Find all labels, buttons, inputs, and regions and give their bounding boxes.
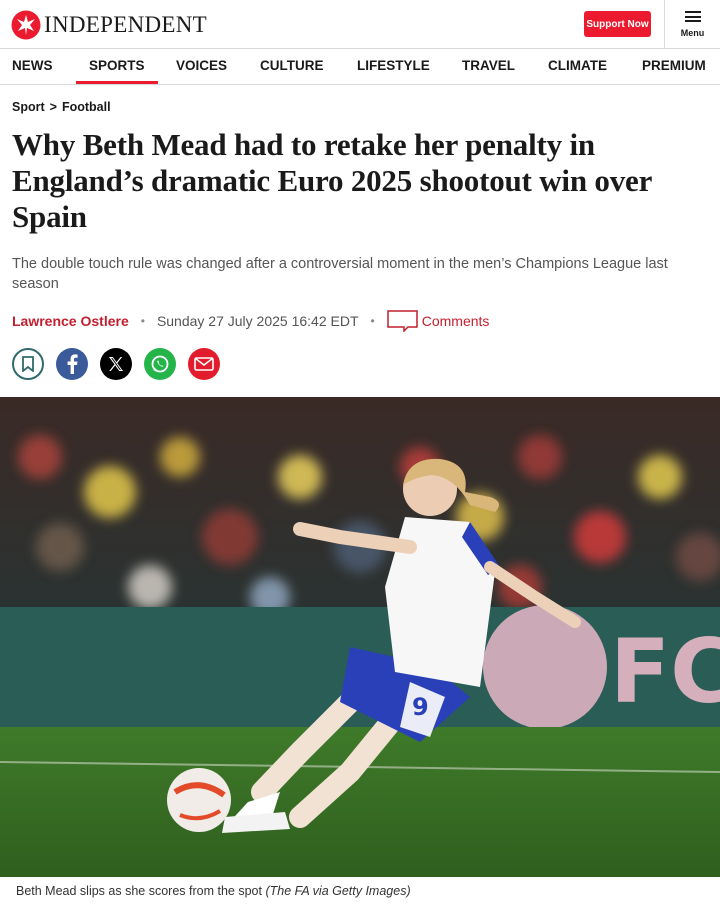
nav-item-climate[interactable]: CLIMATE	[548, 49, 607, 84]
eagle-logo-icon	[11, 10, 41, 40]
breadcrumb-football[interactable]: Football	[62, 100, 111, 114]
logo-wordmark: INDEPENDENT	[44, 12, 207, 37]
caption-text: Beth Mead slips as she scores from the s…	[16, 884, 262, 898]
menu-button[interactable]: Menu	[664, 0, 720, 49]
image-caption: Beth Mead slips as she scores from the s…	[16, 884, 411, 898]
hero-image: FC 9	[0, 397, 720, 877]
comment-icon	[386, 310, 418, 332]
bookmark-icon[interactable]	[12, 348, 44, 380]
share-bar	[12, 348, 232, 380]
whatsapp-icon[interactable]	[144, 348, 176, 380]
support-now-button[interactable]: Support Now	[584, 11, 651, 37]
hamburger-icon	[684, 11, 701, 22]
caption-credit: (The FA via Getty Images)	[265, 884, 411, 898]
x-icon[interactable]	[100, 348, 132, 380]
menu-label: Menu	[680, 28, 705, 38]
byline: Lawrence Ostlere • Sunday 27 July 2025 1…	[12, 310, 489, 332]
article-headline: Why Beth Mead had to retake her penalty …	[12, 127, 652, 234]
hoarding-text: FC	[610, 620, 720, 723]
nav-item-lifestyle[interactable]: LIFESTYLE	[357, 49, 430, 84]
hero-photo: FC 9	[0, 397, 720, 877]
nav-item-sports[interactable]: SPORTS	[76, 49, 157, 84]
breadcrumb: Sport > Football	[12, 100, 111, 114]
nav-item-news[interactable]: NEWS	[12, 49, 53, 84]
nav-item-travel[interactable]: TRAVEL	[462, 49, 515, 84]
facebook-icon[interactable]	[56, 348, 88, 380]
byline-separator: •	[140, 314, 145, 328]
section-nav: NEWS SPORTS VOICES CULTURE LIFESTYLE TRA…	[0, 49, 720, 85]
byline-separator: •	[370, 314, 375, 328]
nav-item-premium[interactable]: PREMIUM	[642, 49, 706, 84]
nav-item-culture[interactable]: CULTURE	[260, 49, 324, 84]
article-standfirst: The double touch rule was changed after …	[12, 256, 668, 292]
comments-link[interactable]: Comments	[386, 310, 490, 332]
comments-label: Comments	[421, 313, 490, 329]
shirt-number: 9	[412, 693, 429, 721]
publish-date: Sunday 27 July 2025 16:42 EDT	[156, 313, 359, 329]
site-header: INDEPENDENT Support Now Menu	[0, 0, 720, 49]
email-icon[interactable]	[188, 348, 220, 380]
breadcrumb-separator: >	[49, 100, 57, 114]
site-logo[interactable]: INDEPENDENT	[11, 10, 207, 40]
breadcrumb-sport[interactable]: Sport	[12, 100, 45, 114]
nav-item-voices[interactable]: VOICES	[176, 49, 227, 84]
author-link[interactable]: Lawrence Ostlere	[12, 313, 129, 329]
